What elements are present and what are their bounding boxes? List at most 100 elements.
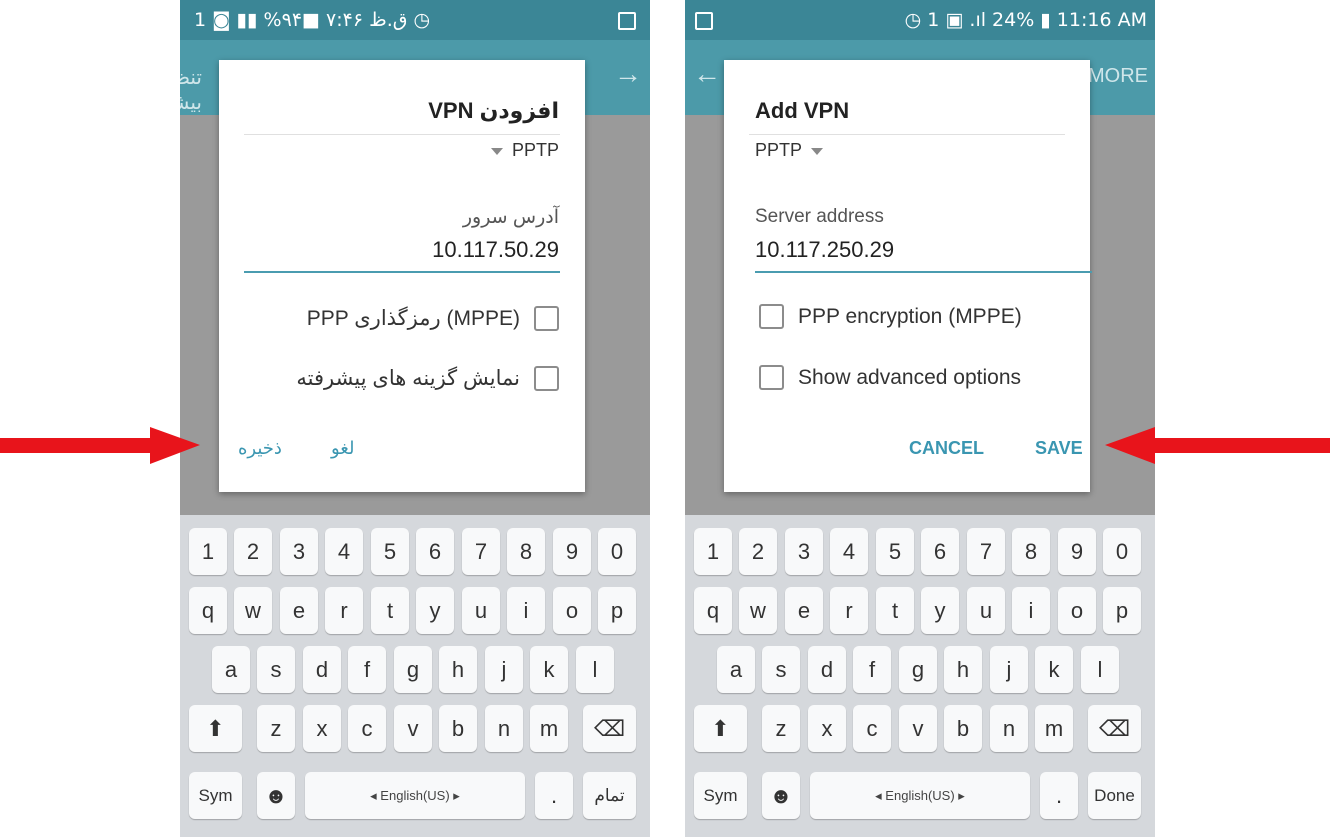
key-s[interactable]: s (762, 646, 800, 693)
key-t[interactable]: t (876, 587, 914, 634)
key-9[interactable]: 9 (553, 528, 591, 575)
key-i[interactable]: i (1012, 587, 1050, 634)
key-c[interactable]: c (853, 705, 891, 752)
key-g[interactable]: g (394, 646, 432, 693)
sym-key[interactable]: Sym (189, 772, 242, 819)
key-k[interactable]: k (530, 646, 568, 693)
done-key[interactable]: Done (1088, 772, 1141, 819)
ppp-encryption-option[interactable]: PPP رمزگذاری (MPPE) (307, 306, 559, 331)
key-s[interactable]: s (257, 646, 295, 693)
period-key[interactable]: . (535, 772, 573, 819)
space-bar[interactable]: ◂ English(US) ▸ (305, 772, 525, 819)
key-8[interactable]: 8 (507, 528, 545, 575)
key-f[interactable]: f (853, 646, 891, 693)
advanced-options-checkbox[interactable] (534, 366, 559, 391)
key-m[interactable]: m (1035, 705, 1073, 752)
key-y[interactable]: y (921, 587, 959, 634)
shift-key[interactable]: ⬆ (189, 705, 242, 752)
sym-key[interactable]: Sym (694, 772, 747, 819)
key-3[interactable]: 3 (785, 528, 823, 575)
key-h[interactable]: h (944, 646, 982, 693)
key-f[interactable]: f (348, 646, 386, 693)
ppp-encryption-option[interactable]: PPP encryption (MPPE) (759, 304, 1022, 329)
key-r[interactable]: r (325, 587, 363, 634)
key-1[interactable]: 1 (694, 528, 732, 575)
done-key[interactable]: تمام (583, 772, 636, 819)
advanced-options-option[interactable]: Show advanced options (759, 365, 1021, 390)
key-w[interactable]: w (234, 587, 272, 634)
key-5[interactable]: 5 (876, 528, 914, 575)
key-4[interactable]: 4 (830, 528, 868, 575)
ppp-encryption-checkbox[interactable] (759, 304, 784, 329)
cancel-button[interactable]: لغو (331, 438, 354, 459)
key-q[interactable]: q (189, 587, 227, 634)
key-d[interactable]: d (303, 646, 341, 693)
key-q[interactable]: q (694, 587, 732, 634)
key-i[interactable]: i (507, 587, 545, 634)
key-c[interactable]: c (348, 705, 386, 752)
key-y[interactable]: y (416, 587, 454, 634)
key-z[interactable]: z (257, 705, 295, 752)
key-x[interactable]: x (303, 705, 341, 752)
more-menu-label[interactable]: MORE (1088, 65, 1148, 88)
key-b[interactable]: b (944, 705, 982, 752)
cancel-button[interactable]: CANCEL (909, 438, 984, 459)
save-button[interactable]: SAVE (1035, 438, 1083, 459)
key-l[interactable]: l (1081, 646, 1119, 693)
key-v[interactable]: v (394, 705, 432, 752)
key-u[interactable]: u (967, 587, 1005, 634)
ppp-encryption-checkbox[interactable] (534, 306, 559, 331)
vpn-type-dropdown[interactable]: PPTP (487, 140, 559, 161)
key-n[interactable]: n (485, 705, 523, 752)
key-r[interactable]: r (830, 587, 868, 634)
key-9[interactable]: 9 (1058, 528, 1096, 575)
key-v[interactable]: v (899, 705, 937, 752)
key-x[interactable]: x (808, 705, 846, 752)
key-a[interactable]: a (717, 646, 755, 693)
more-menu-label[interactable]: تنظیمات بیشتر (180, 65, 202, 115)
key-0[interactable]: 0 (598, 528, 636, 575)
key-0[interactable]: 0 (1103, 528, 1141, 575)
key-j[interactable]: j (485, 646, 523, 693)
key-l[interactable]: l (576, 646, 614, 693)
forward-arrow-icon[interactable]: → (614, 58, 642, 90)
key-o[interactable]: o (1058, 587, 1096, 634)
key-7[interactable]: 7 (967, 528, 1005, 575)
key-1[interactable]: 1 (189, 528, 227, 575)
key-e[interactable]: e (785, 587, 823, 634)
key-6[interactable]: 6 (416, 528, 454, 575)
period-key[interactable]: . (1040, 772, 1078, 819)
advanced-options-checkbox[interactable] (759, 365, 784, 390)
backspace-key[interactable]: ⌫ (583, 705, 636, 752)
backspace-key[interactable]: ⌫ (1088, 705, 1141, 752)
key-e[interactable]: e (280, 587, 318, 634)
key-7[interactable]: 7 (462, 528, 500, 575)
key-2[interactable]: 2 (739, 528, 777, 575)
emoji-key[interactable]: ☻ (257, 772, 295, 819)
key-d[interactable]: d (808, 646, 846, 693)
key-a[interactable]: a (212, 646, 250, 693)
key-8[interactable]: 8 (1012, 528, 1050, 575)
key-m[interactable]: m (530, 705, 568, 752)
key-h[interactable]: h (439, 646, 477, 693)
key-k[interactable]: k (1035, 646, 1073, 693)
vpn-type-dropdown[interactable]: PPTP (755, 140, 827, 161)
key-5[interactable]: 5 (371, 528, 409, 575)
key-t[interactable]: t (371, 587, 409, 634)
key-g[interactable]: g (899, 646, 937, 693)
server-address-input[interactable]: 10.117.50.29 (432, 237, 559, 263)
key-j[interactable]: j (990, 646, 1028, 693)
key-o[interactable]: o (553, 587, 591, 634)
key-4[interactable]: 4 (325, 528, 363, 575)
key-z[interactable]: z (762, 705, 800, 752)
back-arrow-icon[interactable]: ← (693, 58, 721, 90)
emoji-key[interactable]: ☻ (762, 772, 800, 819)
key-p[interactable]: p (598, 587, 636, 634)
key-3[interactable]: 3 (280, 528, 318, 575)
shift-key[interactable]: ⬆ (694, 705, 747, 752)
server-address-input[interactable]: 10.117.250.29 (755, 237, 894, 263)
key-w[interactable]: w (739, 587, 777, 634)
key-2[interactable]: 2 (234, 528, 272, 575)
key-u[interactable]: u (462, 587, 500, 634)
key-p[interactable]: p (1103, 587, 1141, 634)
